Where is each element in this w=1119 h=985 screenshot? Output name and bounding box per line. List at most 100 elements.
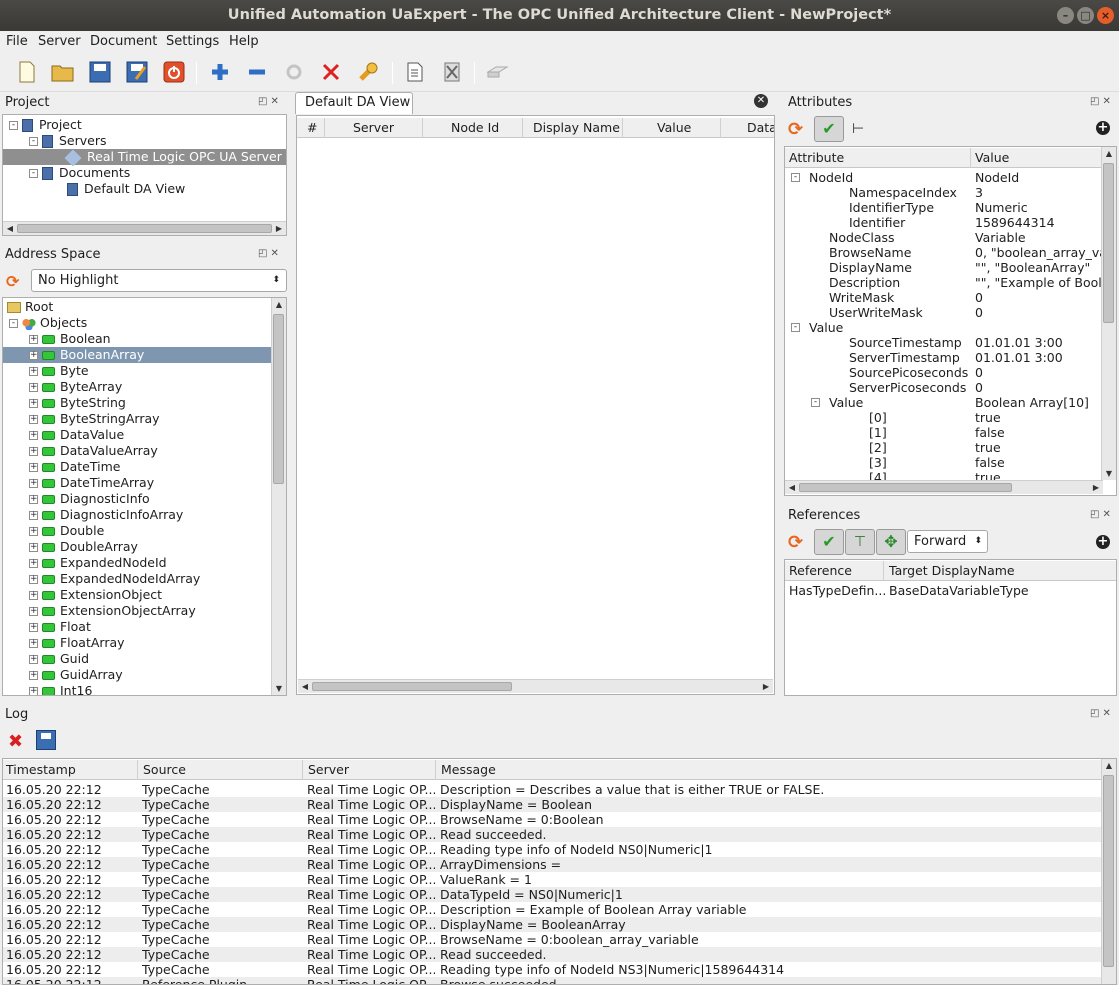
- collapse-icon[interactable]: -: [791, 323, 800, 332]
- log-row[interactable]: 16.05.20 22:12 TypeCache Real Time Logic O…: [3, 842, 1103, 857]
- log-row[interactable]: 16.05.20 22:12 TypeCache Real Time Logic O…: [3, 827, 1103, 842]
- address-space-item[interactable]: + DataValueArray: [3, 443, 271, 459]
- address-space-item[interactable]: + DiagnosticInfo: [3, 491, 271, 507]
- address-space-item[interactable]: + DoubleArray: [3, 539, 271, 555]
- address-space-item[interactable]: + GuidArray: [3, 667, 271, 683]
- expand-icon[interactable]: +: [29, 431, 38, 440]
- address-space-item[interactable]: + ExpandedNodeId: [3, 555, 271, 571]
- reference-row[interactable]: HasTypeDefin...: [789, 583, 886, 599]
- project-hscroll[interactable]: ◀ ▶: [3, 221, 286, 235]
- log-row[interactable]: 16.05.20 22:12 TypeCache Real Time Logic O…: [3, 782, 1103, 797]
- menu-file[interactable]: File: [6, 34, 28, 49]
- remove-server-icon[interactable]: [244, 59, 270, 85]
- minimize-button[interactable]: –: [1057, 7, 1074, 24]
- address-space-item[interactable]: + BooleanArray: [3, 347, 271, 363]
- address-space-item[interactable]: + ExtensionObjectArray: [3, 603, 271, 619]
- open-project-icon[interactable]: [50, 59, 76, 85]
- expand-icon[interactable]: +: [29, 447, 38, 456]
- log-vscroll[interactable]: ▲: [1101, 759, 1116, 984]
- menu-document[interactable]: Document: [90, 34, 157, 49]
- log-row[interactable]: 16.05.20 22:12 TypeCache Real Time Logic O…: [3, 887, 1103, 902]
- log-row[interactable]: 16.05.20 22:12 TypeCache Real Time Logic O…: [3, 902, 1103, 917]
- col-source[interactable]: Source: [138, 760, 303, 780]
- attribute-row[interactable]: IdentifierType Numeric: [785, 200, 1103, 215]
- attribute-row[interactable]: Identifier 1589644314: [785, 215, 1103, 230]
- attribute-row[interactable]: [3] false: [785, 455, 1103, 470]
- attribute-row[interactable]: SourceTimestamp 01.01.01 3:00: [785, 335, 1103, 350]
- attribute-row[interactable]: ServerPicoseconds 0: [785, 380, 1103, 395]
- address-space-item[interactable]: + ExtensionObject: [3, 587, 271, 603]
- expand-icon[interactable]: +: [29, 559, 38, 568]
- highlight-select[interactable]: No Highlight ⬍: [31, 269, 287, 292]
- address-space-item[interactable]: + DataValue: [3, 427, 271, 443]
- log-row[interactable]: 16.05.20 22:12 TypeCache Real Time Logic O…: [3, 797, 1103, 812]
- attribute-row[interactable]: DisplayName "", "BooleanArray": [785, 260, 1103, 275]
- log-dock-buttons[interactable]: ◰✕: [1090, 708, 1114, 719]
- power-icon[interactable]: [161, 59, 187, 85]
- col-server[interactable]: Server: [325, 118, 423, 138]
- close-tab-icon[interactable]: ✕: [754, 94, 768, 108]
- project-tree[interactable]: - Project - Servers Real Time Logic OPC …: [2, 114, 287, 236]
- expand-icon[interactable]: +: [29, 687, 38, 695]
- address-space-item[interactable]: + Int16: [3, 683, 271, 695]
- references-check-icon[interactable]: ✔: [814, 529, 844, 555]
- col-node-id[interactable]: Node Id: [423, 118, 523, 138]
- attributes-add-icon[interactable]: +: [1096, 121, 1110, 135]
- expand-icon[interactable]: +: [29, 415, 38, 424]
- log-row[interactable]: 16.05.20 22:12 TypeCache Real Time Logic O…: [3, 932, 1103, 947]
- address-space-item[interactable]: + DateTime: [3, 459, 271, 475]
- address-space-item[interactable]: + DateTimeArray: [3, 475, 271, 491]
- col-reference[interactable]: Reference: [785, 561, 884, 581]
- save-as-icon[interactable]: [124, 59, 150, 85]
- expand-icon[interactable]: +: [29, 591, 38, 600]
- attribute-row[interactable]: SourcePicoseconds 0: [785, 365, 1103, 380]
- address-space-item[interactable]: + Byte: [3, 363, 271, 379]
- expand-all-icon[interactable]: ✥: [876, 529, 906, 555]
- attributes-hscroll[interactable]: ◀ ▶: [785, 480, 1103, 494]
- clear-log-icon[interactable]: ✖: [8, 731, 23, 752]
- references-dock-buttons[interactable]: ◰✕: [1090, 509, 1114, 520]
- attribute-row[interactable]: NamespaceIndex 3: [785, 185, 1103, 200]
- log-row[interactable]: 16.05.20 22:12 TypeCache Real Time Logic O…: [3, 812, 1103, 827]
- document-icon[interactable]: [402, 59, 428, 85]
- settings-wrench-icon[interactable]: [355, 59, 381, 85]
- refresh-icon[interactable]: ⟳: [6, 272, 24, 291]
- log-row[interactable]: 16.05.20 22:12 TypeCache Real Time Logic O…: [3, 947, 1103, 962]
- attributes-tree-icon[interactable]: ⊢: [852, 121, 864, 137]
- expand-icon[interactable]: +: [29, 367, 38, 376]
- address-space-tree[interactable]: Root - Objects + Boolean + BooleanArray + …: [2, 297, 287, 696]
- col-display-name[interactable]: Display Name: [523, 118, 623, 138]
- col-index[interactable]: #: [297, 118, 325, 138]
- log-row[interactable]: 16.05.20 22:12 TypeCache Real Time Logic O…: [3, 872, 1103, 887]
- expand-icon[interactable]: +: [29, 463, 38, 472]
- col-message[interactable]: Message: [436, 760, 1103, 780]
- tree-node-root[interactable]: Root: [7, 299, 53, 315]
- add-server-icon[interactable]: [207, 59, 233, 85]
- address-space-item[interactable]: + ByteString: [3, 395, 271, 411]
- log-row[interactable]: 16.05.20 22:12 Reference Plugin Real Time …: [3, 977, 1103, 984]
- log-table[interactable]: Timestamp Source Server Message 16.05.20…: [2, 758, 1117, 985]
- tree-node-documents[interactable]: - Documents: [29, 165, 130, 181]
- attribute-row[interactable]: - Value: [785, 320, 1103, 335]
- expand-icon[interactable]: +: [29, 479, 38, 488]
- tree-node-project[interactable]: - Project: [9, 117, 82, 133]
- expand-icon[interactable]: +: [29, 575, 38, 584]
- col-value[interactable]: Value: [623, 118, 721, 138]
- expand-icon[interactable]: +: [29, 527, 38, 536]
- hierarchy-icon[interactable]: ⊤: [845, 529, 875, 555]
- references-refresh-icon[interactable]: ⟳: [788, 532, 803, 553]
- expand-icon[interactable]: +: [29, 671, 38, 680]
- expand-icon[interactable]: +: [29, 335, 38, 344]
- menu-help[interactable]: Help: [229, 34, 259, 49]
- expand-icon[interactable]: +: [29, 383, 38, 392]
- new-project-icon[interactable]: [14, 59, 40, 85]
- log-row[interactable]: 16.05.20 22:12 TypeCache Real Time Logic O…: [3, 917, 1103, 932]
- expand-icon[interactable]: +: [29, 543, 38, 552]
- col-target-displayname[interactable]: Target DisplayName: [884, 561, 1116, 581]
- expand-icon[interactable]: +: [29, 655, 38, 664]
- expand-icon[interactable]: +: [29, 639, 38, 648]
- attribute-row[interactable]: WriteMask 0: [785, 290, 1103, 305]
- references-add-icon[interactable]: +: [1096, 535, 1110, 549]
- attribute-row[interactable]: - NodeId NodeId: [785, 170, 1103, 185]
- attribute-row[interactable]: NodeClass Variable: [785, 230, 1103, 245]
